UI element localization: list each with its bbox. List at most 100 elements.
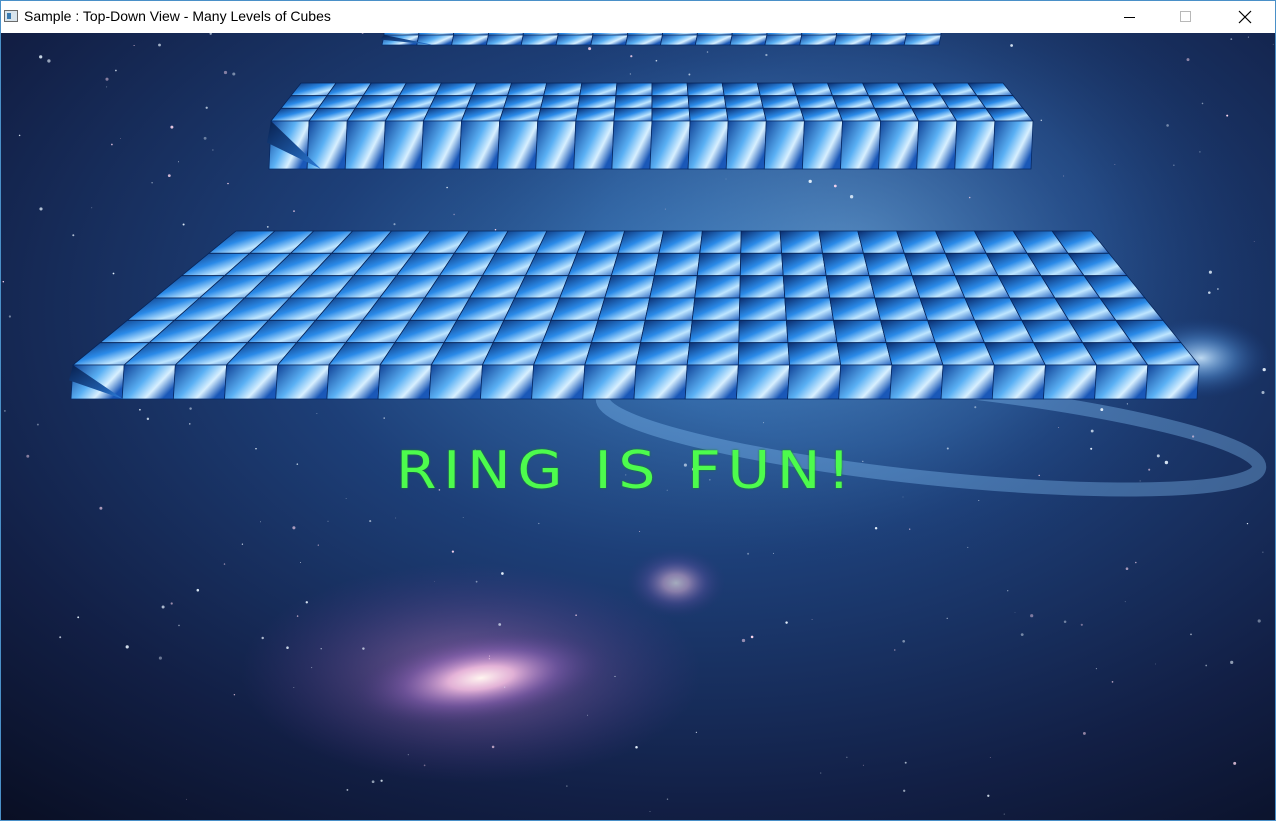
cube-top-face[interactable] [617, 230, 664, 254]
cube-front-face[interactable] [694, 34, 733, 46]
cube-top-face[interactable] [862, 252, 913, 277]
minimize-button[interactable] [1107, 1, 1153, 33]
cube-top-face[interactable] [644, 297, 696, 321]
cube-top-face[interactable] [651, 107, 691, 122]
cube-front-face[interactable] [838, 364, 893, 400]
cube-top-face[interactable] [658, 230, 703, 254]
cube-front-face[interactable] [660, 34, 698, 46]
cube-top-face[interactable] [651, 82, 689, 97]
cube-top-face[interactable] [739, 275, 786, 299]
cube-top-face[interactable] [696, 252, 742, 277]
cube-top-face[interactable] [687, 95, 727, 109]
cube-top-face[interactable] [470, 82, 513, 97]
cube-top-face[interactable] [737, 342, 790, 366]
cube-top-face[interactable] [699, 230, 742, 254]
cube-top-face[interactable] [541, 319, 599, 344]
cube-top-face[interactable] [362, 82, 407, 97]
cube-top-face[interactable] [590, 319, 646, 344]
cube-top-face[interactable] [533, 342, 592, 366]
cube-front-face[interactable] [582, 364, 637, 400]
cube-top-face[interactable] [346, 107, 393, 122]
cube-front-face[interactable] [787, 364, 842, 400]
cube-top-face[interactable] [781, 252, 827, 277]
cube-top-face[interactable] [829, 297, 882, 321]
cube-top-face[interactable] [782, 275, 831, 299]
cube-top-face[interactable] [826, 82, 870, 97]
cube-front-face[interactable] [377, 364, 432, 400]
cube-front-face[interactable] [729, 34, 768, 46]
cube-top-face[interactable] [537, 107, 579, 122]
cube-top-face[interactable] [577, 95, 617, 109]
maximize-button[interactable] [1163, 1, 1209, 33]
cube-front-face[interactable] [382, 120, 424, 170]
cube-top-face[interactable] [721, 82, 761, 97]
cube-front-face[interactable] [326, 364, 381, 400]
cube-front-face[interactable] [172, 364, 227, 400]
cube-top-face[interactable] [422, 107, 468, 122]
cube-top-face[interactable] [779, 230, 824, 254]
cube-front-face[interactable] [799, 34, 838, 46]
cube-front-face[interactable] [878, 120, 920, 170]
cube-top-face[interactable] [867, 95, 913, 109]
cube-front-face[interactable] [764, 34, 803, 46]
cube-front-face[interactable] [687, 120, 729, 170]
cube-level-bottom[interactable] [69, 230, 1200, 400]
cube-top-face[interactable] [822, 252, 870, 277]
cube-top-face[interactable] [738, 319, 789, 344]
cube-top-face[interactable] [880, 319, 936, 344]
cube-top-face[interactable] [739, 252, 784, 277]
cube-front-face[interactable] [763, 120, 805, 170]
cube-top-face[interactable] [759, 95, 801, 109]
cube-front-face[interactable] [649, 120, 691, 170]
cube-top-face[interactable] [503, 95, 545, 109]
cube-front-face[interactable] [735, 364, 790, 400]
cube-front-face[interactable] [903, 34, 942, 46]
cube-level-middle[interactable] [267, 82, 1034, 170]
cube-front-face[interactable] [1043, 364, 1098, 400]
cube-top-face[interactable] [354, 95, 400, 109]
cube-top-face[interactable] [787, 342, 842, 366]
cube-front-face[interactable] [224, 364, 279, 400]
cube-front-face[interactable] [480, 364, 535, 400]
cube-front-face[interactable] [801, 120, 843, 170]
cube-top-face[interactable] [651, 95, 690, 109]
cube-front-face[interactable] [428, 364, 483, 400]
cube-top-face[interactable] [640, 319, 693, 344]
cube-top-face[interactable] [686, 82, 725, 97]
cube-top-face[interactable] [795, 95, 839, 109]
cube-top-face[interactable] [784, 297, 834, 321]
game-viewport[interactable]: RING IS FUN! [1, 33, 1275, 820]
cube-top-face[interactable] [791, 82, 834, 97]
cube-top-face[interactable] [818, 230, 865, 254]
cube-front-face[interactable] [121, 364, 176, 400]
cube-top-face[interactable] [434, 82, 478, 97]
cube-front-face[interactable] [485, 34, 524, 46]
cube-top-face[interactable] [384, 107, 431, 122]
cube-front-face[interactable] [573, 120, 615, 170]
cube-front-face[interactable] [344, 120, 386, 170]
cube-top-face[interactable] [649, 275, 698, 299]
cube-top-face[interactable] [559, 275, 612, 299]
cube-top-face[interactable] [499, 107, 542, 122]
cube-top-face[interactable] [398, 82, 443, 97]
cube-top-face[interactable] [873, 107, 920, 122]
cube-top-face[interactable] [428, 95, 473, 109]
cube-top-face[interactable] [615, 82, 653, 97]
cube-front-face[interactable] [611, 120, 653, 170]
cube-top-face[interactable] [831, 95, 876, 109]
cube-front-face[interactable] [991, 364, 1046, 400]
cube-front-face[interactable] [520, 34, 559, 46]
cube-front-face[interactable] [451, 34, 489, 46]
cube-top-face[interactable] [825, 275, 876, 299]
cube-top-face[interactable] [540, 95, 581, 109]
cube-top-face[interactable] [635, 342, 691, 366]
cube-front-face[interactable] [1094, 364, 1149, 400]
cube-top-face[interactable] [686, 342, 740, 366]
cube-top-face[interactable] [691, 297, 741, 321]
cube-front-face[interactable] [940, 364, 995, 400]
close-button[interactable] [1222, 1, 1268, 33]
cube-front-face[interactable] [840, 120, 882, 170]
cube-front-face[interactable] [725, 120, 767, 170]
cube-top-face[interactable] [584, 342, 642, 366]
cube-front-face[interactable] [275, 364, 330, 400]
